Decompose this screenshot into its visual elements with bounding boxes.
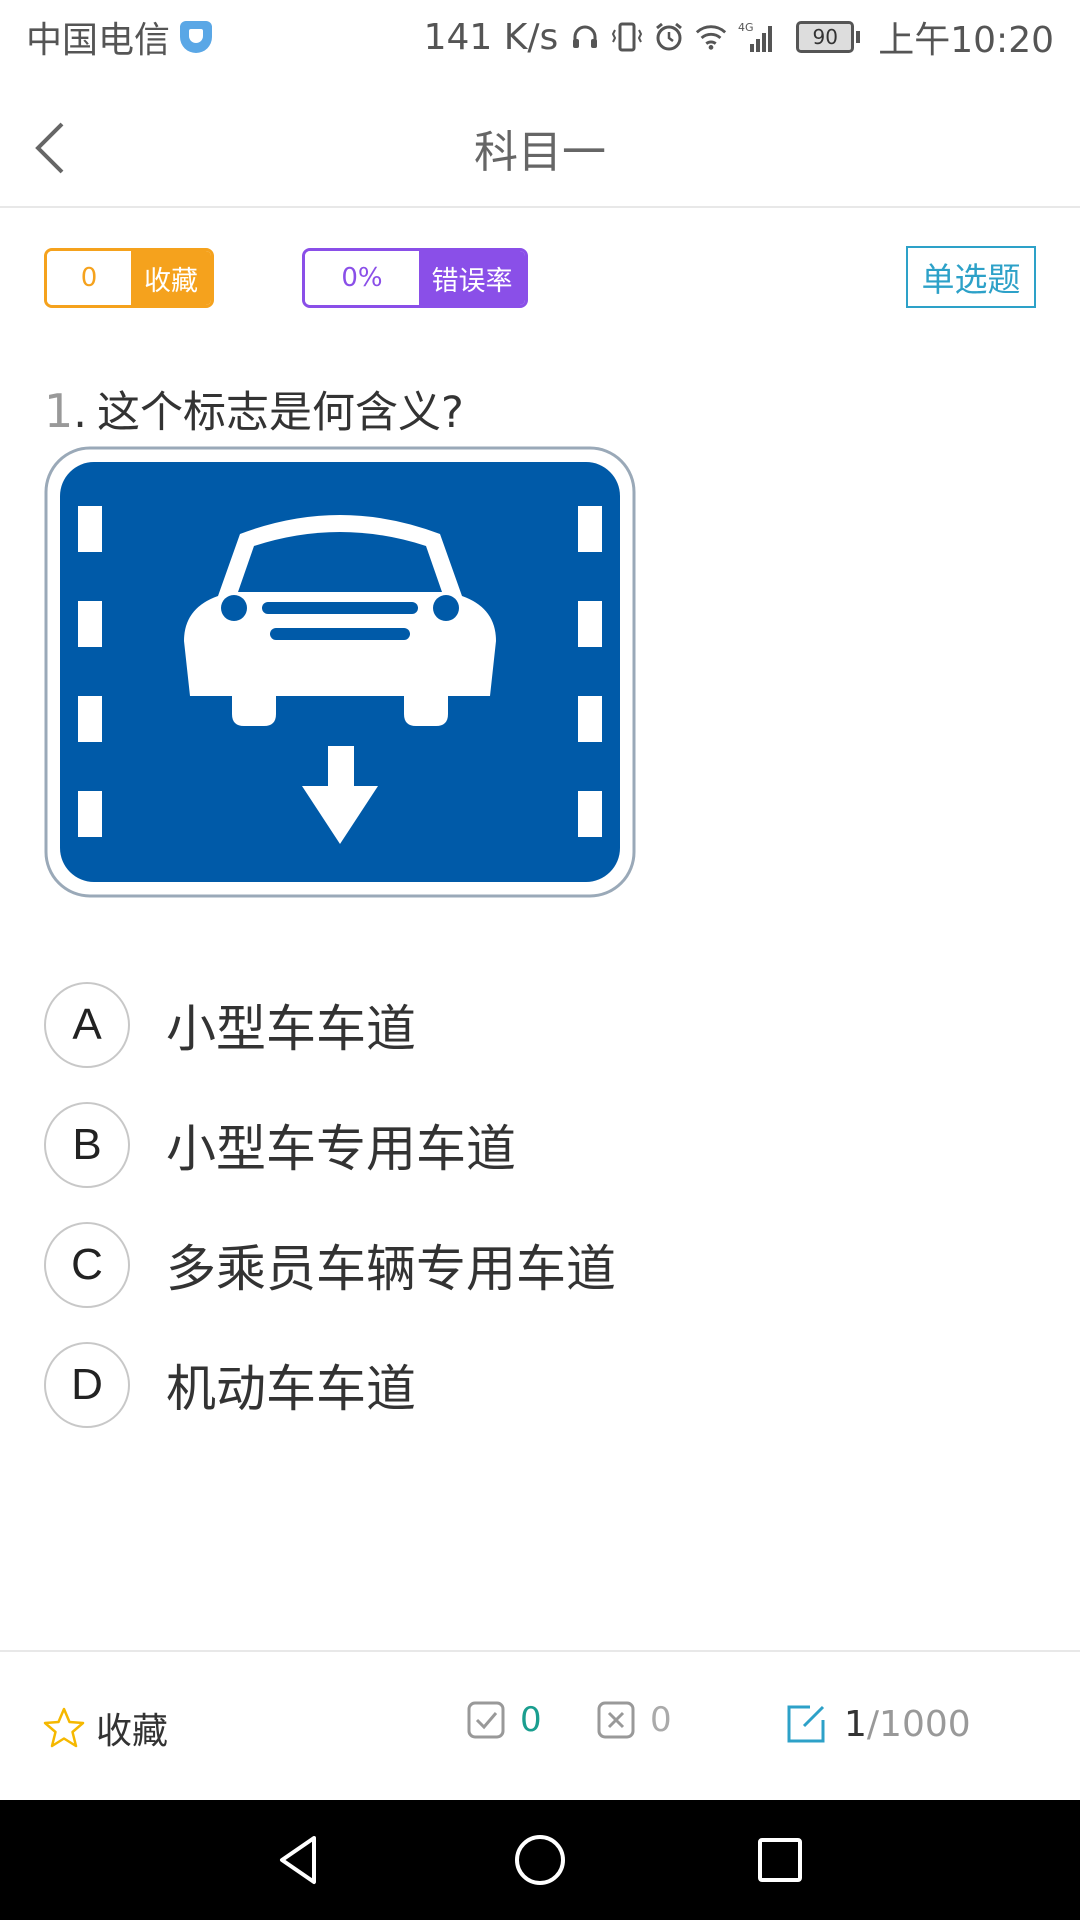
wifi-icon	[694, 20, 728, 54]
vibrate-icon	[610, 20, 644, 54]
network-speed: 141 K/s	[423, 16, 559, 58]
correct-count: 0	[466, 1700, 542, 1740]
status-bar: 中国电信 141 K/s 4G 90 上午10:20	[0, 0, 1080, 74]
battery-icon: 90	[796, 21, 861, 53]
status-left: 中国电信	[26, 11, 213, 63]
wrong-count: 0	[596, 1700, 672, 1740]
nav-recent-button[interactable]	[750, 1830, 810, 1890]
option-d[interactable]: D 机动车车道	[44, 1340, 944, 1430]
clock-time: 上午10:20	[878, 20, 1054, 61]
error-rate-badge: 0% 错误率	[302, 248, 528, 308]
nav-back-button[interactable]	[270, 1830, 330, 1890]
correct-count-value: 0	[520, 1700, 542, 1740]
question-number: 1	[44, 384, 74, 438]
edit-icon	[787, 1705, 825, 1743]
question-title: 1 . 这个标志是何含义?	[44, 378, 464, 440]
option-text: 小型车专用车道	[166, 1120, 516, 1178]
shield-icon	[180, 21, 213, 53]
option-text: 机动车车道	[166, 1360, 416, 1418]
option-text: 小型车车道	[166, 1000, 416, 1058]
traffic-sign-image	[44, 446, 636, 898]
bottom-toolbar: 收藏 0 0 1 /1000	[0, 1650, 1080, 1800]
favorite-count-label: 收藏	[131, 251, 211, 305]
error-rate-label: 错误率	[419, 251, 525, 305]
option-letter-circle: A	[44, 982, 130, 1068]
question-number-separator: .	[73, 388, 87, 438]
page-title: 科目一	[474, 127, 606, 178]
alarm-icon	[652, 20, 686, 54]
star-icon	[43, 1707, 85, 1748]
option-letter-circle: D	[44, 1342, 130, 1428]
question-text: 这个标志是何含义?	[96, 388, 464, 438]
header: 科目一	[0, 74, 1080, 208]
option-letter-circle: B	[44, 1102, 130, 1188]
favorite-count-badge: 0 收藏	[44, 248, 214, 308]
favorite-count: 0	[47, 251, 131, 305]
progress-current: 1	[844, 1703, 867, 1745]
svg-text:4G: 4G	[738, 21, 754, 34]
option-text: 多乘员车辆专用车道	[166, 1240, 616, 1298]
carrier-label: 中国电信	[26, 20, 171, 61]
error-rate-value: 0%	[305, 251, 419, 305]
status-icons: 4G 90	[568, 20, 861, 54]
check-box-icon	[467, 1701, 505, 1739]
option-c[interactable]: C 多乘员车辆专用车道	[44, 1220, 944, 1310]
option-letter-circle: C	[44, 1222, 130, 1308]
favorite-button[interactable]: 收藏	[42, 1702, 168, 1754]
favorite-button-label: 收藏	[96, 1711, 169, 1752]
question-progress-button[interactable]: 1 /1000	[784, 1702, 971, 1746]
option-b[interactable]: B 小型车专用车道	[44, 1100, 944, 1190]
question-type-badge: 单选题	[906, 246, 1036, 308]
option-a[interactable]: A 小型车车道	[44, 980, 944, 1070]
triangle-back-icon	[280, 1836, 316, 1884]
x-box-icon	[597, 1701, 635, 1739]
square-recent-icon	[758, 1838, 802, 1882]
wrong-count-value: 0	[650, 1700, 672, 1740]
headset-icon	[568, 20, 602, 54]
circle-home-icon	[515, 1835, 565, 1885]
signal-icon: 4G	[736, 20, 780, 54]
status-right: 141 K/s 4G 90 上午10:20	[424, 11, 1054, 63]
nav-home-button[interactable]	[510, 1830, 570, 1890]
system-navigation-bar	[0, 1800, 1080, 1920]
progress-total: /1000	[866, 1703, 971, 1745]
